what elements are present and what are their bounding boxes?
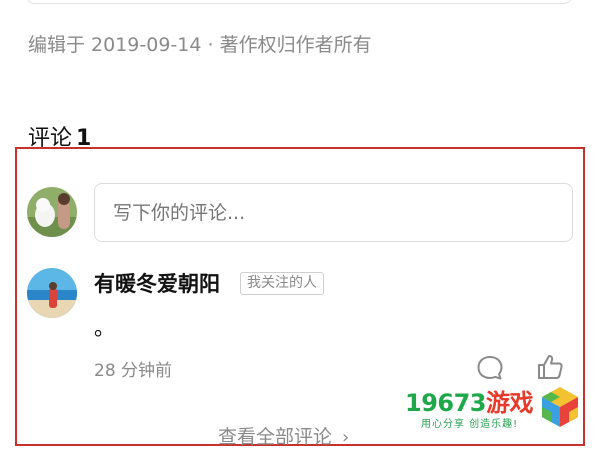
watermark-word: 游戏 [486,389,534,417]
watermark-cube-logo [542,387,578,427]
chevron-right-icon: › [342,427,350,448]
comment-time: 28 分钟前 [94,361,173,381]
watermark-slogan: 用心分享 创造乐趣! [421,419,519,430]
view-all-label: 查看全部评论 [218,426,333,448]
edit-info: 编辑于 2019-09-14 · 著作权归作者所有 [28,34,372,56]
commenter-avatar[interactable] [27,268,77,318]
previous-card-edge [26,0,572,4]
following-badge: 我关注的人 [240,272,324,295]
watermark-title: 19673游戏 [405,383,534,418]
watermark: 19673游戏 用心分享 创造乐趣! [405,383,580,433]
comment-text: 。 [94,316,115,340]
reply-icon[interactable] [475,353,505,383]
watermark-number: 19673 [405,389,487,417]
my-avatar[interactable] [27,187,77,237]
like-icon[interactable] [535,352,565,382]
commenter-name[interactable]: 有暖冬爱朝阳 [94,268,220,298]
view-all-comments-link[interactable]: 查看全部评论 › [218,422,349,449]
comment-input[interactable] [94,183,573,242]
